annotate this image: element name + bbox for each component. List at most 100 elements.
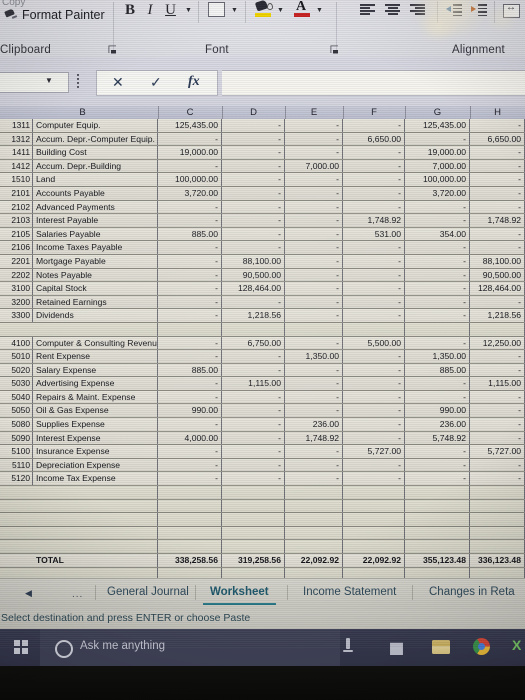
cell-column-c[interactable]: 885.00 — [158, 363, 222, 377]
cell-account-name[interactable] — [33, 486, 158, 499]
table-row[interactable]: 3300 Dividends -1,218.56- - -1,218.56 — [0, 309, 525, 323]
cell-column-g[interactable] — [405, 540, 470, 553]
search-input[interactable]: Ask me anything — [40, 629, 340, 666]
cell-column-c[interactable]: - — [158, 200, 222, 214]
cell-account-name[interactable]: Income Taxes Payable — [33, 241, 158, 254]
wrap-text-button[interactable] — [503, 2, 520, 18]
cell-account-code[interactable]: 2201 — [7, 254, 33, 268]
row-header[interactable] — [0, 540, 7, 553]
table-row[interactable]: 5120 Income Tax Expense - - - - - - — [0, 472, 525, 487]
cell-column-g[interactable]: 19,000.00 — [405, 146, 470, 159]
cell-column-f[interactable]: - — [343, 200, 405, 214]
table-row[interactable]: 2101 Accounts Payable 3,720.00- - -3,720.00- — [0, 186, 525, 201]
table-row[interactable]: 5010 Rent Expense - -1,350.00-1,350.00- — [0, 350, 525, 364]
cell-column-h[interactable]: 88,100.00 — [470, 254, 525, 268]
cell-column-e[interactable] — [285, 486, 343, 499]
cell-account-name[interactable]: Mortgage Payable — [33, 254, 158, 268]
table-row[interactable]: 5030 Advertising Expense -1,115.00- - -1,115… — [0, 377, 525, 391]
cell-account-code[interactable]: 5110 — [7, 458, 33, 472]
cell-column-g[interactable]: - — [405, 445, 470, 458]
cell-column-e[interactable]: 1,350.00 — [285, 350, 343, 363]
cell-account-code[interactable]: 5090 — [7, 431, 33, 445]
cell-column-d[interactable]: - — [222, 186, 285, 200]
cell-column-g[interactable]: - — [405, 241, 470, 254]
row-header[interactable] — [0, 432, 7, 445]
table-row[interactable]: 2103 Interest Payable - - -1,748.92-1,748.92 — [0, 214, 525, 228]
fill-color-chevron-down-icon[interactable]: ▼ — [277, 7, 284, 14]
cell-column-h[interactable]: 12,250.00 — [470, 336, 525, 350]
table-row[interactable]: 2202 Notes Payable -90,500.00- - -90,500.00 — [0, 268, 525, 283]
cell-column-e[interactable]: - — [285, 254, 343, 268]
row-header[interactable] — [0, 323, 7, 336]
cell-column-f[interactable]: - — [343, 159, 405, 173]
row-header[interactable] — [0, 568, 7, 578]
cell-column-c[interactable]: - — [158, 309, 222, 322]
excel-icon[interactable]: X — [512, 638, 525, 653]
cell-account-name[interactable] — [33, 322, 158, 336]
cell-column-d[interactable]: - — [222, 119, 285, 132]
cell-column-f[interactable]: - — [343, 390, 405, 404]
table-row[interactable]: 5110 Depreciation Expense - - - - - - — [0, 458, 525, 473]
borders-chevron-down-icon[interactable]: ▼ — [231, 7, 238, 14]
cell-column-c[interactable]: 990.00 — [158, 404, 222, 418]
cell-column-c[interactable] — [158, 513, 222, 526]
cell-column-g[interactable] — [405, 567, 470, 578]
cell-column-h[interactable]: - — [470, 119, 525, 132]
cell-column-d[interactable]: - — [222, 295, 285, 309]
cell-account-name[interactable]: Salary Expense — [33, 363, 158, 377]
cell-column-g[interactable]: 355,123.48 — [405, 554, 470, 567]
cell-column-h[interactable] — [470, 540, 525, 553]
cell-column-f[interactable]: - — [343, 363, 405, 377]
cell-column-d[interactable]: - — [222, 173, 285, 186]
cell-column-c[interactable]: - — [158, 458, 222, 472]
cell-column-f[interactable]: 531.00 — [343, 227, 405, 241]
cell-account-name[interactable]: Retained Earnings — [33, 295, 158, 309]
copy-label[interactable]: Copy — [2, 0, 25, 8]
table-row[interactable]: 2201 Mortgage Payable -88,100.00- - -88,100.… — [0, 254, 525, 269]
cell-account-code[interactable]: 5020 — [7, 363, 33, 377]
cell-column-d[interactable] — [222, 322, 285, 336]
cell-column-d[interactable]: - — [222, 445, 285, 458]
cell-column-c[interactable]: 338,258.56 — [158, 554, 222, 567]
cell-column-f[interactable]: 5,727.00 — [343, 445, 405, 458]
cell-column-c[interactable]: - — [158, 241, 222, 254]
cell-column-h[interactable]: - — [470, 363, 525, 377]
cell-column-f[interactable]: - — [343, 404, 405, 418]
cell-column-d[interactable]: 1,218.56 — [222, 309, 285, 322]
cell-column-e[interactable]: 22,092.92 — [285, 554, 343, 567]
table-row[interactable] — [0, 567, 525, 578]
cell-column-f[interactable]: - — [343, 241, 405, 254]
cell-column-h[interactable]: - — [470, 472, 525, 486]
cell-column-c[interactable]: 885.00 — [158, 227, 222, 241]
format-painter-button[interactable]: Format Painter — [4, 8, 105, 22]
cell-column-f[interactable] — [343, 567, 405, 578]
table-row[interactable]: 5040 Repairs & Maint. Expense - - - - - - — [0, 390, 525, 405]
cell-column-f[interactable]: - — [343, 309, 405, 322]
column-header-f[interactable]: F — [343, 106, 406, 119]
cell-column-c[interactable]: 4,000.00 — [158, 431, 222, 445]
cell-column-g[interactable]: 990.00 — [405, 404, 470, 418]
cell-account-code[interactable]: 1510 — [7, 173, 33, 186]
cell-account-name[interactable]: Rent Expense — [33, 350, 158, 363]
cell-column-c[interactable]: - — [158, 282, 222, 295]
cell-account-name[interactable]: Notes Payable — [33, 268, 158, 282]
row-header[interactable] — [0, 269, 7, 282]
cell-account-name[interactable]: Land — [33, 173, 158, 186]
cell-column-e[interactable]: - — [285, 404, 343, 418]
cell-column-h[interactable]: - — [470, 350, 525, 363]
cell-account-code[interactable]: 5050 — [7, 404, 33, 418]
cell-column-g[interactable]: - — [405, 132, 470, 146]
cell-account-name[interactable]: Salaries Payable — [33, 227, 158, 241]
align-center-button[interactable] — [385, 4, 400, 16]
table-row[interactable]: 5100 Insurance Expense - - -5,727.00-5,727.0… — [0, 445, 525, 459]
row-header[interactable] — [0, 527, 7, 540]
font-color-chevron-down-icon[interactable]: ▼ — [316, 7, 323, 14]
row-header[interactable] — [0, 282, 7, 295]
cell-column-f[interactable]: - — [343, 458, 405, 472]
cell-account-name[interactable]: Advanced Payments — [33, 200, 158, 214]
cell-column-g[interactable] — [405, 513, 470, 526]
cell-column-e[interactable]: - — [285, 336, 343, 350]
cell-column-f[interactable]: 5,500.00 — [343, 336, 405, 350]
cell-column-c[interactable] — [158, 322, 222, 336]
cell-column-g[interactable]: - — [405, 295, 470, 309]
